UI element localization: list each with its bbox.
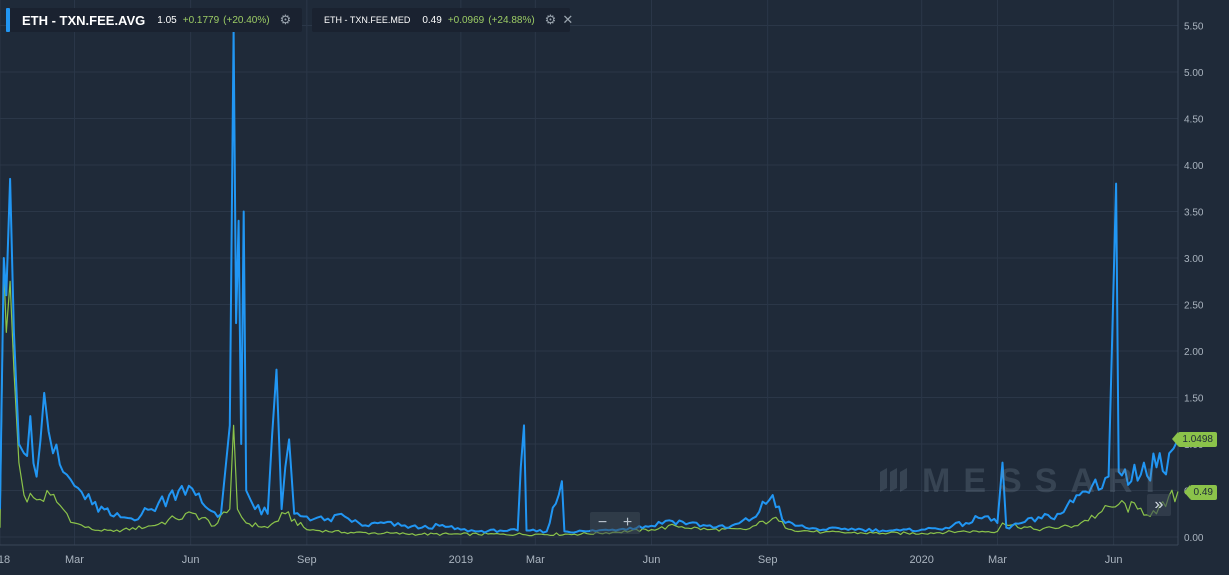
x-tick-label: 2019 [449,554,473,566]
legend-med[interactable]: ETH - TXN.FEE.MED 0.49 +0.0969 (+24.88%)… [312,8,573,32]
y-axis: 0.000.501.001.502.002.503.003.504.004.50… [1177,0,1204,545]
legend-med-change-pct: (+24.88%) [488,14,535,26]
x-axis: 18 Mar Jun Sep 2019 Mar Jun Sep 2020 Mar Jun [0,544,1178,566]
gear-icon[interactable]: ⚙ [545,12,557,28]
y-tick-label: 3.00 [1184,254,1204,265]
x-tick-label: Sep [297,554,317,566]
zoom-out-button[interactable]: − [598,514,607,532]
close-icon[interactable]: ✕ [562,12,573,28]
y-tick-label: 3.50 [1184,208,1204,219]
gear-icon[interactable]: ⚙ [280,12,292,28]
x-tick-label: Jun [182,554,200,566]
x-tick-label: Sep [758,554,778,566]
y-tick-label: 4.00 [1184,161,1204,172]
legend-avg-change: +0.1779 [182,14,220,26]
legend-med-symbol: ETH - TXN.FEE.MED [324,15,411,25]
x-tick-label: Mar [526,554,545,566]
y-tick-label: 0.00 [1184,533,1204,544]
y-tick-label: 5.00 [1184,68,1204,79]
zoom-in-button[interactable]: + [623,514,632,532]
scroll-to-latest-button[interactable]: » [1147,494,1171,516]
x-tick-label: 18 [0,554,10,566]
legend-avg-symbol: ETH - TXN.FEE.AVG [22,12,146,28]
y-tick-label: 2.50 [1184,301,1204,312]
y-tick-label: 4.50 [1184,115,1204,126]
messari-logo-icon [880,468,907,492]
legend-med-change: +0.0969 [447,14,485,26]
legend-avg-swatch [6,8,10,32]
y-tick-label: 5.50 [1184,22,1204,33]
x-tick-label: Jun [1105,554,1123,566]
x-tick-label: Jun [643,554,661,566]
zoom-controls: − + [590,512,640,534]
series-lines [0,29,1179,537]
price-label-med: 0.49 [1183,485,1217,500]
watermark: MESSARI [922,462,1168,500]
x-tick-label: Mar [65,554,84,566]
x-tick-label: Mar [988,554,1007,566]
legend-avg[interactable]: ETH - TXN.FEE.AVG 1.05 +0.1779 (+20.40%)… [6,8,302,32]
legend-avg-change-pct: (+20.40%) [223,14,270,26]
y-tick-label: 2.00 [1184,347,1204,358]
legend-avg-value: 1.05 [157,14,177,26]
price-label-avg: 1.0498 [1172,432,1217,447]
series-line-avg [0,29,1179,534]
legend-med-value: 0.49 [422,14,442,26]
y-tick-label: 1.50 [1184,394,1204,405]
x-tick-label: 2020 [909,554,933,566]
